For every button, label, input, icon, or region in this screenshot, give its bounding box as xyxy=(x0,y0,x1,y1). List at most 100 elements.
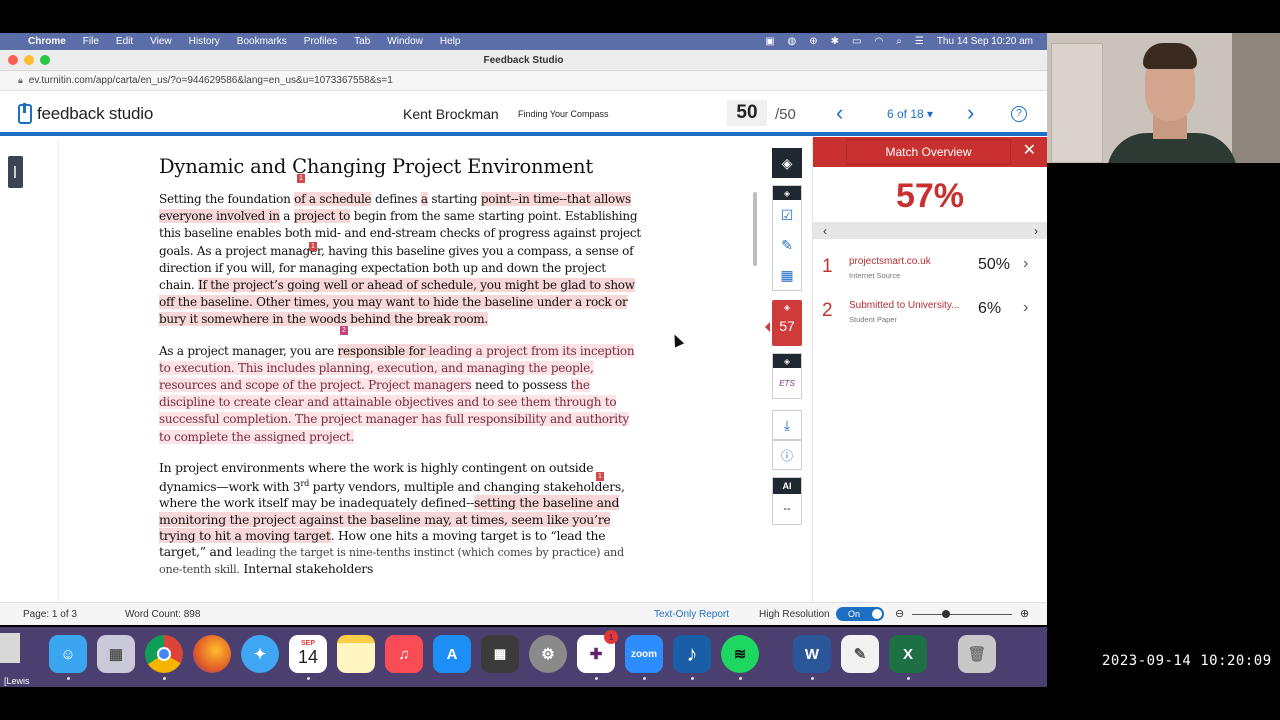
ai-score-button[interactable]: -- xyxy=(773,494,801,524)
control-center-icon[interactable]: ☰ xyxy=(915,36,924,47)
menu-chrome[interactable]: Chrome xyxy=(28,36,66,47)
match-flag[interactable]: 2 xyxy=(340,325,348,335)
tool-rail: ◈ ◈ ☑ ✎ ▦ ◈ 57 ◈ ETS ⤓ ⓘ AI -- xyxy=(765,140,810,606)
calculator-icon[interactable]: ▦ xyxy=(481,635,519,673)
match-highlight[interactable]: project to xyxy=(293,209,350,224)
menu-edit[interactable]: Edit xyxy=(116,36,133,47)
excel-icon[interactable]: X xyxy=(889,635,927,673)
checkbox-icon[interactable]: ☑ xyxy=(773,200,801,230)
webcam-door xyxy=(1051,43,1103,163)
scrollbar-thumb[interactable] xyxy=(753,192,757,266)
match-flag[interactable]: 1 xyxy=(309,242,317,251)
address-bar[interactable]: 🔒︎ ev.turnitin.com/app/carta/en_us/?o=94… xyxy=(0,71,1047,91)
next-paper-chevron-icon[interactable]: › xyxy=(967,100,974,126)
menu-tab[interactable]: Tab xyxy=(354,36,370,47)
close-icon[interactable]: ✕ xyxy=(1023,143,1036,159)
side-panel-toggle[interactable] xyxy=(8,156,23,188)
url-text[interactable]: ev.turnitin.com/app/carta/en_us/?o=94462… xyxy=(29,75,393,86)
menu-view[interactable]: View xyxy=(150,36,172,47)
lifebuoy-icon[interactable]: ⊕ xyxy=(809,36,817,47)
calendar-icon[interactable]: SEP 14 xyxy=(289,635,327,673)
slack-icon[interactable]: ✚ 1 xyxy=(577,630,618,673)
globe-icon[interactable]: ◍ xyxy=(788,36,797,47)
source-index: 1 xyxy=(822,256,833,277)
dock-thumbnail xyxy=(0,633,20,663)
match-highlight[interactable]: of a schedule xyxy=(294,192,372,206)
logo-text: feedback studio xyxy=(37,104,154,123)
plain-text: Setting the foundation xyxy=(159,192,295,206)
chrome-icon[interactable] xyxy=(145,635,183,673)
trash-icon[interactable]: 🗑︎ xyxy=(958,635,996,673)
menu-history[interactable]: History xyxy=(189,36,220,47)
match-source-row[interactable]: 2 Submitted to University... Student Pap… xyxy=(813,290,1047,330)
chevron-right-icon[interactable]: › xyxy=(1023,299,1028,317)
grading-layer-icon[interactable]: ◈ xyxy=(773,186,801,200)
turnitin-app-icon[interactable]: ♪ xyxy=(673,635,711,673)
textedit-icon[interactable]: ✎ xyxy=(841,635,879,673)
finder-icon[interactable]: ☺ xyxy=(49,635,87,673)
app-store-icon[interactable]: A xyxy=(433,635,471,673)
layers-icon[interactable]: ◈ xyxy=(772,148,802,178)
ai-label: AI xyxy=(773,478,801,494)
menu-window[interactable]: Window xyxy=(387,36,423,47)
grade-input[interactable]: 50 xyxy=(727,100,767,126)
similarity-button[interactable]: ◈ 57 xyxy=(772,300,802,346)
edit-icon[interactable]: ✎ xyxy=(773,230,801,260)
spotify-icon[interactable]: ≋ xyxy=(721,635,759,673)
chevron-right-icon[interactable]: › xyxy=(1034,224,1038,238)
notes-icon[interactable] xyxy=(337,635,375,673)
student-name: Kent Brockman xyxy=(403,106,499,122)
zoom-out-icon[interactable]: ⊖ xyxy=(895,607,904,620)
zoom-slider[interactable] xyxy=(912,614,1012,615)
match-source-row[interactable]: 1 projectsmart.co.uk Internet Source 50%… xyxy=(813,246,1047,286)
bluetooth-icon[interactable]: ✱ xyxy=(831,36,839,47)
plain-text: starting xyxy=(427,192,481,206)
zoom-app-icon[interactable]: zoom xyxy=(625,635,663,673)
match-highlight[interactable]: responsible for xyxy=(337,343,429,358)
lock-icon[interactable]: 🔒︎ xyxy=(18,75,23,86)
spotlight-search-icon[interactable]: ⌕ xyxy=(896,36,902,47)
safari-icon[interactable]: ✦ xyxy=(241,635,279,673)
chevron-right-icon[interactable]: › xyxy=(1023,255,1028,273)
help-icon[interactable]: ? xyxy=(1011,106,1027,122)
text-only-report-link[interactable]: Text-Only Report xyxy=(654,609,729,620)
menu-profiles[interactable]: Profiles xyxy=(304,36,337,47)
system-settings-icon[interactable]: ⚙ xyxy=(529,635,567,673)
rubric-grid-icon[interactable]: ▦ xyxy=(773,260,801,290)
match-highlight[interactable]: If the project’s going well or ahead of … xyxy=(159,278,635,327)
running-indicator xyxy=(907,677,910,680)
ets-layer-icon[interactable]: ◈ xyxy=(773,354,801,368)
match-flag[interactable]: 1 xyxy=(596,471,604,481)
paper-position-dropdown[interactable]: 6 of 18 ▾ xyxy=(887,107,933,121)
match-overview-panel: Match Overview ✕ 57% ‹ › 1 projectsmart.… xyxy=(812,137,1047,606)
vpn-icon[interactable]: ▣ xyxy=(765,36,774,47)
zoom-slider-handle[interactable] xyxy=(942,610,950,618)
firefox-icon[interactable] xyxy=(193,635,231,673)
menu-bookmarks[interactable]: Bookmarks xyxy=(237,36,287,47)
match-highlight[interactable]: a xyxy=(420,192,428,206)
paragraph-3: 1 In project environments where the work… xyxy=(159,460,644,579)
high-resolution-toggle[interactable]: On xyxy=(836,607,884,621)
grade-total: /50 xyxy=(775,106,796,123)
match-overview-title[interactable]: Match Overview xyxy=(846,139,1011,165)
music-icon[interactable]: ♫ xyxy=(385,635,423,673)
menu-help[interactable]: Help xyxy=(440,36,461,47)
source-name[interactable]: Submitted to University... xyxy=(849,300,959,311)
info-icon[interactable]: ⓘ xyxy=(772,440,802,470)
match-flag[interactable]: 1 xyxy=(297,174,305,183)
download-icon[interactable]: ⤓ xyxy=(772,410,802,440)
ets-icon[interactable]: ETS xyxy=(773,368,801,398)
menubar-clock[interactable]: Thu 14 Sep 10:20 am xyxy=(937,36,1033,47)
source-name[interactable]: projectsmart.co.uk xyxy=(849,256,931,267)
running-indicator xyxy=(67,677,70,680)
previous-paper-chevron-icon[interactable]: ‹ xyxy=(836,100,843,126)
battery-icon[interactable]: ▭ xyxy=(852,36,861,47)
chevron-left-icon[interactable]: ‹ xyxy=(823,224,827,238)
wifi-icon[interactable]: ◠ xyxy=(875,36,884,47)
word-icon[interactable]: W xyxy=(793,635,831,673)
launchpad-icon[interactable]: ▦ xyxy=(97,635,135,673)
zoom-in-icon[interactable]: ⊕ xyxy=(1020,607,1029,620)
running-indicator xyxy=(163,677,166,680)
paper-text: Dynamic and Changing Project Environment… xyxy=(159,155,644,592)
menu-file[interactable]: File xyxy=(83,36,99,47)
